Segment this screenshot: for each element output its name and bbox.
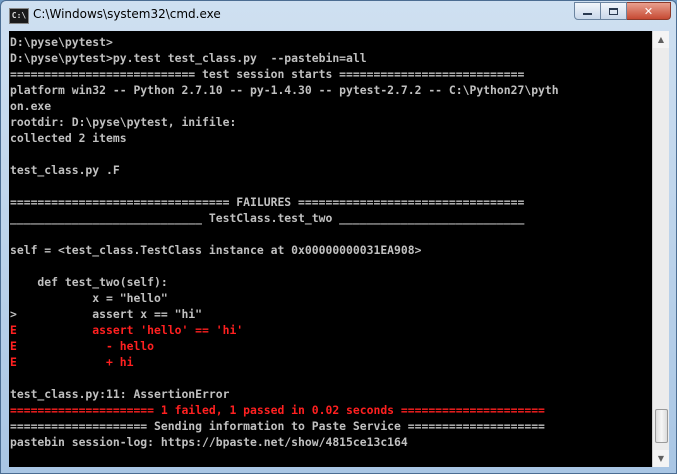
console-line: =========================== test session… xyxy=(10,67,525,81)
console-line: D:\pyse\pytest> xyxy=(10,35,113,49)
scroll-down-button[interactable]: ▼ xyxy=(653,450,669,467)
console-line: self = <test_class.TestClass instance at… xyxy=(10,243,422,257)
console-line: test_class.py .F xyxy=(10,163,120,177)
console-line: collected 2 items xyxy=(10,131,127,145)
vertical-scrollbar[interactable]: ▲ ▼ xyxy=(652,31,669,467)
cmd-window: C:\ C:\Windows\system32\cmd.exe ✕ D:\pys… xyxy=(0,0,677,474)
scrollbar-thumb[interactable] xyxy=(655,409,668,443)
maximize-button[interactable] xyxy=(601,2,627,20)
console-output[interactable]: D:\pyse\pytest> D:\pyse\pytest>py.test te… xyxy=(9,31,652,467)
console-line: ==================== Sending information… xyxy=(10,419,545,433)
title-bar[interactable]: C:\ C:\Windows\system32\cmd.exe ✕ xyxy=(1,1,676,31)
console-line: on.exe xyxy=(10,99,52,113)
console-line: E assert 'hello' == 'hi' xyxy=(10,323,244,337)
console-line: ____________________________ TestClass.t… xyxy=(10,211,525,225)
console-line: platform win32 -- Python 2.7.10 -- py-1.… xyxy=(10,83,559,97)
console-line: test_class.py:11: AssertionError xyxy=(10,387,230,401)
console-line: D:\pyse\pytest>py.test test_class.py --p… xyxy=(10,51,367,65)
close-icon: ✕ xyxy=(643,4,654,18)
arrow-down-icon: ▼ xyxy=(657,454,665,463)
console-line: E - hello xyxy=(10,339,155,353)
window-controls: ✕ xyxy=(574,2,671,20)
console-line: ================================ FAILURE… xyxy=(10,195,525,209)
cmd-app-icon[interactable]: C:\ xyxy=(9,8,29,24)
close-button[interactable]: ✕ xyxy=(627,2,671,20)
console-line: ===================== 1 failed, 1 passed… xyxy=(10,403,545,417)
scroll-up-button[interactable]: ▲ xyxy=(653,31,669,48)
console-line: def test_two(self): xyxy=(10,275,168,289)
arrow-up-icon: ▲ xyxy=(657,35,665,44)
minimize-icon xyxy=(583,13,592,15)
console-line: x = "hello" xyxy=(10,291,168,305)
minimize-button[interactable] xyxy=(574,2,601,20)
window-title: C:\Windows\system32\cmd.exe xyxy=(33,7,221,21)
console-line: pastebin session-log: https://bpaste.net… xyxy=(10,435,408,449)
console-line: E + hi xyxy=(10,355,134,369)
console-line: rootdir: D:\pyse\pytest, inifile: xyxy=(10,115,237,129)
maximize-icon xyxy=(609,7,618,15)
console-line: > assert x == "hi" xyxy=(10,307,203,321)
